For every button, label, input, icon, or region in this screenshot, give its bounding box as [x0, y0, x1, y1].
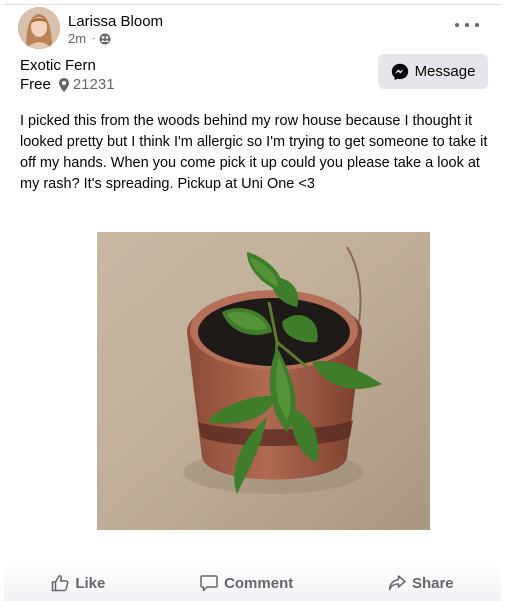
- author-name[interactable]: Larissa Bloom: [68, 13, 163, 31]
- avatar[interactable]: [18, 7, 60, 49]
- listing-title: Exotic Fern: [20, 57, 96, 74]
- friends-icon: [99, 33, 111, 45]
- more-dot-icon: [455, 23, 459, 27]
- share-icon: [388, 575, 406, 591]
- more-dot-icon: [475, 23, 479, 27]
- comment-button[interactable]: Comment: [190, 568, 303, 598]
- post-header: Larissa Bloom 2m ·: [18, 7, 489, 51]
- like-button[interactable]: Like: [41, 568, 115, 598]
- message-button[interactable]: Message: [378, 54, 488, 89]
- thumbs-up-icon: [52, 575, 69, 592]
- like-label: Like: [75, 574, 106, 592]
- plant-photo: [97, 232, 430, 530]
- post-time[interactable]: 2m: [68, 31, 86, 47]
- marketplace-post-card: Larissa Bloom 2m · Exotic Fern Free 2123…: [4, 4, 501, 601]
- post-meta: 2m ·: [68, 31, 111, 47]
- comment-label: Comment: [224, 574, 294, 592]
- listing-zip: 21231: [72, 76, 115, 93]
- messenger-icon: [391, 63, 408, 80]
- message-button-label: Message: [414, 63, 476, 80]
- map-pin-icon: [58, 78, 69, 92]
- post-body: I picked this from the woods behind my r…: [20, 113, 488, 192]
- more-dot-icon: [465, 23, 469, 27]
- share-label: Share: [411, 574, 454, 592]
- listing-price: Free: [20, 76, 51, 93]
- post-action-bar: Like Comment Share: [4, 565, 501, 601]
- comment-icon: [200, 575, 218, 592]
- more-options-button[interactable]: [455, 17, 479, 33]
- listing-details: Free 21231: [20, 76, 115, 94]
- avatar-image: [18, 7, 60, 49]
- share-button[interactable]: Share: [378, 568, 464, 598]
- listing-photo[interactable]: [97, 232, 430, 530]
- meta-separator: ·: [92, 33, 96, 44]
